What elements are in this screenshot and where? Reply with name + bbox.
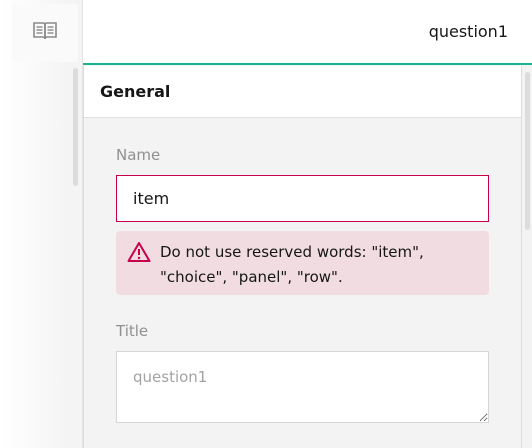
left-toolbar	[0, 0, 83, 448]
book-button[interactable]	[12, 4, 78, 62]
book-open-icon	[32, 21, 58, 45]
error-text: Do not use reserved words: "item", "choi…	[160, 243, 424, 286]
title-label: Title	[116, 322, 149, 340]
error-message: Do not use reserved words: "item", "choi…	[116, 231, 489, 295]
name-input[interactable]	[116, 175, 489, 222]
section-general-header[interactable]: General	[84, 66, 521, 118]
property-grid-window: question1 General Name Do not use reserv…	[0, 0, 532, 448]
panel-scrollbar[interactable]	[525, 72, 530, 230]
object-title[interactable]: question1	[429, 22, 508, 41]
property-panel: General Name Do not use reserved words: …	[83, 66, 522, 448]
name-label: Name	[116, 146, 161, 164]
warning-icon	[127, 241, 151, 263]
left-scrollbar[interactable]	[73, 68, 78, 186]
header: question1	[83, 0, 532, 65]
title-textarea[interactable]	[116, 351, 489, 423]
